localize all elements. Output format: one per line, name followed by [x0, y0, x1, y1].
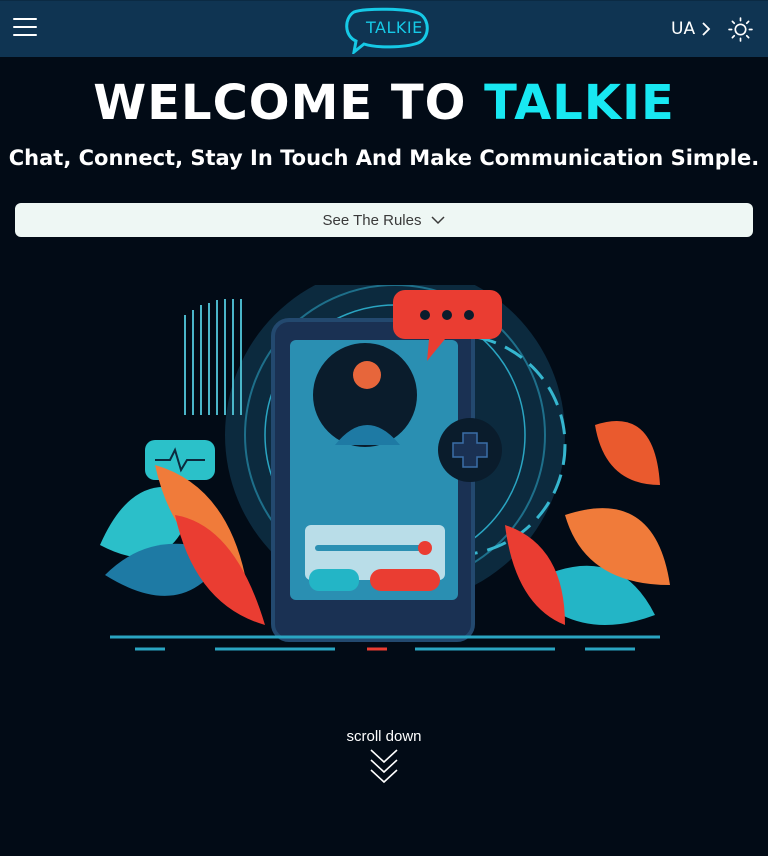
- chevron-down-icon: [431, 215, 445, 224]
- top-navbar: TALKIE UA: [0, 0, 768, 57]
- scroll-down-chevrons-icon[interactable]: [368, 748, 400, 788]
- hamburger-menu-icon[interactable]: [13, 18, 37, 40]
- hero-subtitle: Chat, Connect, Stay In Touch And Make Co…: [8, 146, 760, 170]
- page-title: WELCOME TO TALKIE: [0, 75, 768, 131]
- see-the-rules-button[interactable]: See The Rules: [15, 203, 753, 237]
- sun-theme-toggle-icon[interactable]: [728, 17, 753, 42]
- logo-text: TALKIE: [366, 18, 423, 37]
- title-prefix: WELCOME TO: [93, 75, 467, 131]
- language-label: UA: [671, 19, 696, 39]
- chevron-right-icon: [702, 22, 711, 36]
- language-switcher[interactable]: UA: [671, 19, 711, 39]
- hero-illustration: [100, 285, 670, 651]
- rules-button-label: See The Rules: [322, 211, 422, 229]
- scroll-down-label: scroll down: [346, 728, 422, 745]
- title-brand: TALKIE: [484, 75, 675, 131]
